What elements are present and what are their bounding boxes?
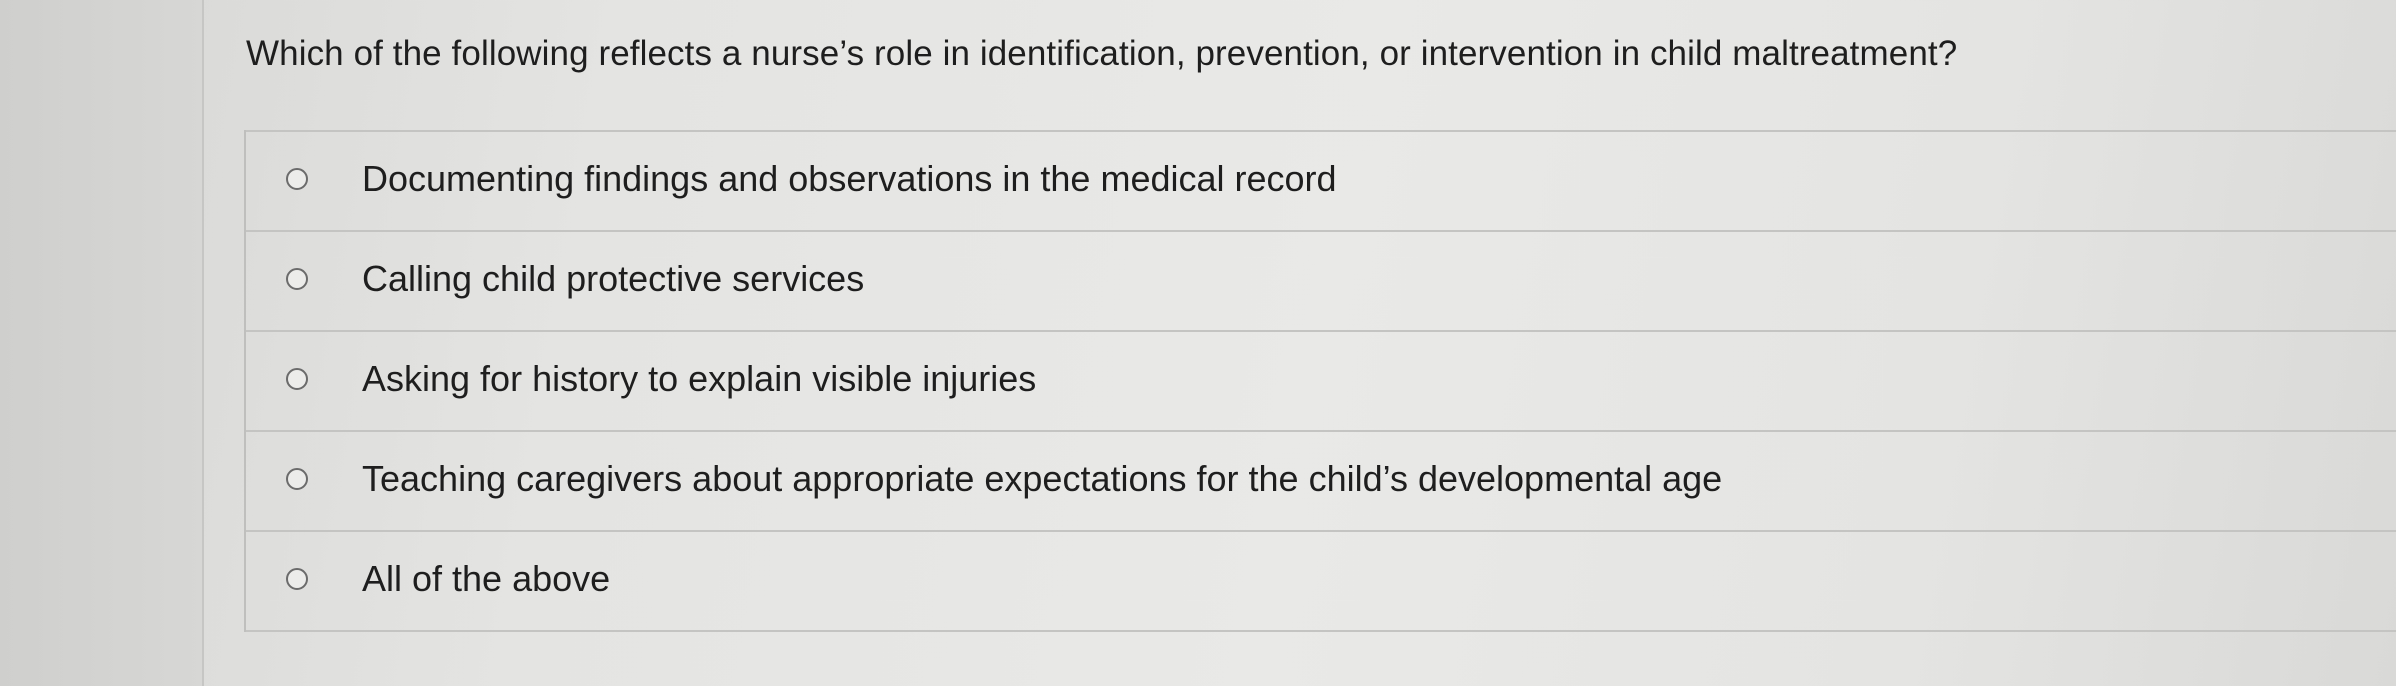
radio-button-icon[interactable] [286,368,308,390]
answer-option-3[interactable]: Asking for history to explain visible in… [246,330,2396,430]
answer-option-label: Teaching caregivers about appropriate ex… [362,457,1723,499]
radio-button-icon[interactable] [286,568,308,590]
answer-option-5[interactable]: All of the above [246,530,2396,632]
answer-option-label: All of the above [362,557,611,599]
answer-option-label: Documenting findings and observations in… [362,157,1337,199]
left-margin-panel [0,0,204,686]
answer-option-2[interactable]: Calling child protective services [246,230,2396,330]
answer-option-4[interactable]: Teaching caregivers about appropriate ex… [246,430,2396,530]
question-text: Which of the following reflects a nurse’… [246,34,1958,73]
radio-button-icon[interactable] [286,168,308,190]
radio-button-icon[interactable] [286,468,308,490]
radio-button-icon[interactable] [286,268,308,290]
answer-option-label: Calling child protective services [362,257,865,299]
answer-option-1[interactable]: Documenting findings and observations in… [246,130,2396,230]
answer-options-list: Documenting findings and observations in… [244,130,2396,632]
answer-option-label: Asking for history to explain visible in… [362,357,1037,399]
